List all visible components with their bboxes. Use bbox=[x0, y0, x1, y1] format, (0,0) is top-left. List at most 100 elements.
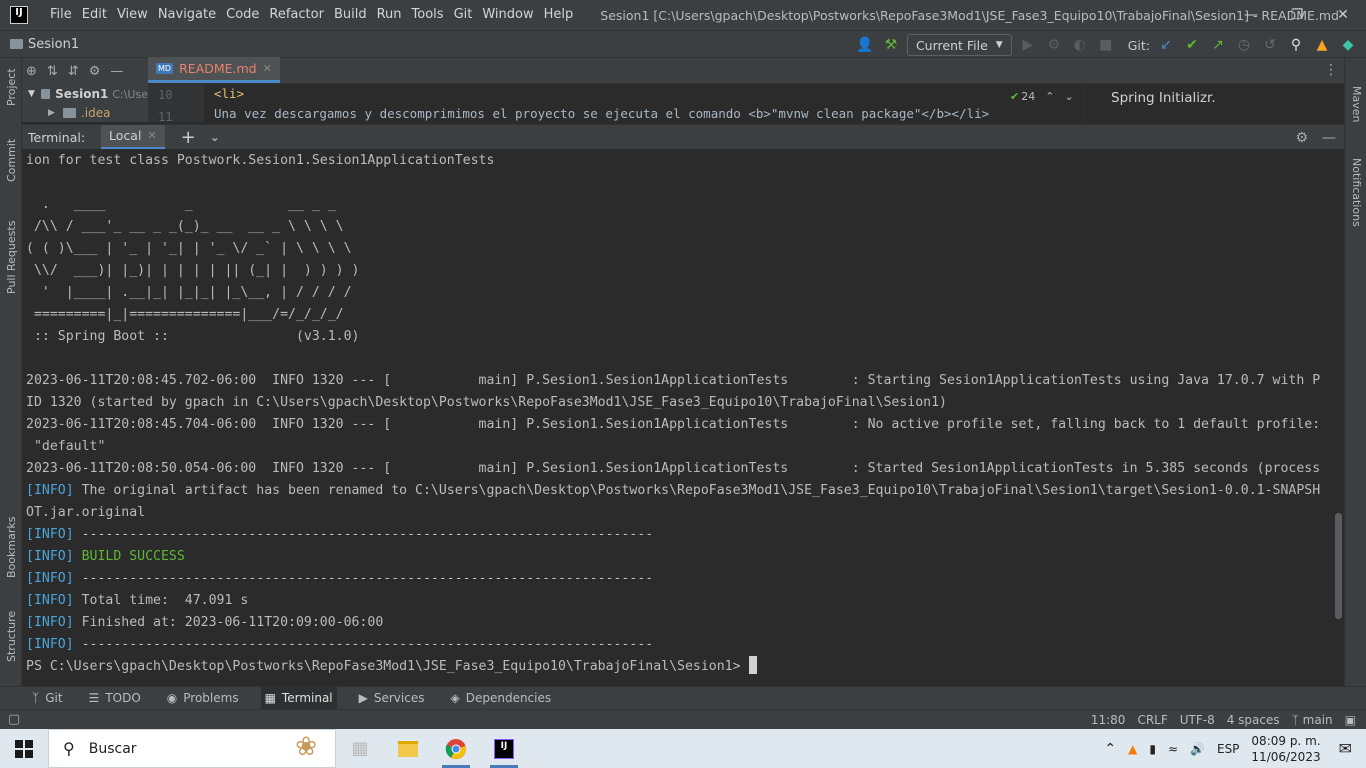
new-tab-icon[interactable]: + bbox=[181, 127, 196, 148]
info-tag: [INFO] bbox=[26, 571, 74, 586]
tool-tab-services[interactable]: ▶ Services bbox=[355, 687, 429, 710]
git-branch[interactable]: ᛉ main bbox=[1292, 713, 1333, 727]
menu-code[interactable]: Code bbox=[221, 0, 264, 30]
terminal-prompt[interactable]: PS C:\Users\gpach\Desktop\Postworks\Repo… bbox=[26, 656, 757, 678]
breadcrumb-project[interactable]: Sesion1 bbox=[28, 37, 79, 52]
tool-window-structure[interactable]: Structure bbox=[5, 611, 18, 662]
chrome-icon[interactable] bbox=[432, 729, 480, 768]
tree-item[interactable]: ▶ .idea bbox=[22, 104, 148, 122]
terminal-line: [INFO] The original artifact has been re… bbox=[26, 480, 1320, 502]
file-encoding[interactable]: UTF-8 bbox=[1180, 713, 1215, 727]
menu-edit[interactable]: Edit bbox=[77, 0, 112, 30]
collapse-all-icon[interactable]: ⇵ bbox=[68, 64, 79, 79]
breadcrumb[interactable]: Sesion1 bbox=[10, 37, 79, 52]
restore-icon[interactable]: ❐ bbox=[1274, 0, 1320, 30]
git-update-icon[interactable]: ↙ bbox=[1156, 35, 1176, 55]
menu-tools[interactable]: Tools bbox=[407, 0, 449, 30]
dependencies-icon: ◈ bbox=[450, 691, 460, 705]
caret-position[interactable]: 11:80 bbox=[1091, 713, 1126, 727]
tool-window-notifications[interactable]: Notifications bbox=[1350, 158, 1363, 227]
layout-icon[interactable]: ▢ bbox=[8, 712, 20, 727]
file-explorer-icon[interactable] bbox=[384, 729, 432, 768]
intellij-taskbar-icon[interactable]: IJ bbox=[480, 729, 528, 768]
menu-refactor[interactable]: Refactor bbox=[264, 0, 329, 30]
git-commit-icon[interactable]: ✔ bbox=[1182, 35, 1202, 55]
language-indicator[interactable]: ESP bbox=[1217, 742, 1239, 756]
tree-root[interactable]: ▼ Sesion1 C:\Use bbox=[22, 84, 148, 104]
chevron-up-icon[interactable]: ⌃ bbox=[1104, 741, 1116, 757]
editor-tabs: MD README.md ✕ ⋮ bbox=[148, 57, 1344, 84]
line-separator[interactable]: CRLF bbox=[1137, 713, 1167, 727]
menu-navigate[interactable]: Navigate bbox=[153, 0, 221, 30]
menu-help[interactable]: Help bbox=[539, 0, 579, 30]
inspection-widget[interactable]: ✔ 24 ⌃ ⌄ bbox=[1010, 90, 1074, 103]
taskbar-search[interactable]: ⚲ Buscar ❀ bbox=[48, 729, 336, 768]
update-icon[interactable]: ▲ bbox=[1312, 35, 1332, 55]
stop-icon[interactable]: ■ bbox=[1096, 35, 1116, 55]
tab-terminal-local[interactable]: Local ✕ bbox=[101, 124, 165, 150]
battery-icon[interactable]: ▮ bbox=[1149, 742, 1156, 756]
run-icon[interactable]: ▶ bbox=[1018, 35, 1038, 55]
rollback-icon[interactable]: ↺ bbox=[1260, 35, 1280, 55]
debug-icon[interactable]: ⚙ bbox=[1044, 35, 1064, 55]
notifications-icon[interactable]: ✉ bbox=[1339, 739, 1352, 758]
tool-tab-label: Dependencies bbox=[465, 691, 552, 705]
terminal-output[interactable]: ion for test class Postwork.Sesion1.Sesi… bbox=[22, 149, 1344, 686]
tab-readme[interactable]: MD README.md ✕ bbox=[148, 57, 280, 83]
task-view-icon[interactable]: ▦ bbox=[336, 729, 384, 768]
git-push-icon[interactable]: ↗ bbox=[1208, 35, 1228, 55]
tool-tab-terminal[interactable]: ▦ Terminal bbox=[260, 686, 337, 710]
menu-view[interactable]: View bbox=[112, 0, 153, 30]
menu-file[interactable]: File bbox=[45, 0, 77, 30]
hide-icon[interactable]: — bbox=[1322, 130, 1336, 146]
build-hammer-icon[interactable]: ⚒ bbox=[881, 35, 901, 55]
code-line[interactable]: Una vez descargamos y descomprimimos el … bbox=[214, 103, 989, 125]
user-icon[interactable]: 👤 bbox=[855, 35, 875, 55]
menu-run[interactable]: Run bbox=[372, 0, 407, 30]
clock[interactable]: 08:09 p. m. 11/06/2023 bbox=[1251, 733, 1320, 765]
terminal-line: 2023-06-11T20:08:50.054-06:00 INFO 1320 … bbox=[26, 461, 1321, 476]
chevron-down-icon[interactable]: ⌄ bbox=[1064, 90, 1073, 103]
wifi-icon[interactable]: ≈ bbox=[1168, 742, 1178, 756]
tool-tab-todo[interactable]: ☰ TODO bbox=[85, 687, 145, 710]
tool-window-commit[interactable]: Commit bbox=[5, 139, 18, 182]
close-icon[interactable]: ✕ bbox=[1320, 0, 1366, 30]
chevron-up-icon[interactable]: ⌃ bbox=[1045, 90, 1054, 103]
indent-setting[interactable]: 4 spaces bbox=[1227, 713, 1280, 727]
history-icon[interactable]: ◷ bbox=[1234, 35, 1254, 55]
tool-tab-dependencies[interactable]: ◈ Dependencies bbox=[446, 687, 555, 710]
hide-icon[interactable]: — bbox=[110, 64, 123, 79]
minimize-icon[interactable]: — bbox=[1228, 0, 1274, 30]
menu-build[interactable]: Build bbox=[329, 0, 372, 30]
tool-tab-problems[interactable]: ◉ Problems bbox=[163, 687, 243, 710]
chevron-down-icon[interactable]: ⌄ bbox=[210, 130, 220, 144]
chevron-right-icon: ▶ bbox=[48, 108, 55, 118]
close-icon[interactable]: ✕ bbox=[147, 129, 156, 142]
volume-icon[interactable]: 🔊 bbox=[1190, 742, 1205, 756]
gear-icon[interactable]: ⚙ bbox=[1295, 130, 1308, 146]
tool-window-bookmarks[interactable]: Bookmarks bbox=[5, 517, 18, 578]
tool-window-maven[interactable]: Maven bbox=[1350, 86, 1363, 122]
menu-git[interactable]: Git bbox=[449, 0, 478, 30]
tool-window-project[interactable]: Project bbox=[5, 68, 18, 106]
jetbrains-icon[interactable]: ◆ bbox=[1338, 35, 1358, 55]
run-config-dropdown[interactable]: Current File ▼ bbox=[906, 34, 1012, 56]
gear-icon[interactable]: ⚙ bbox=[89, 64, 101, 79]
more-icon[interactable]: ⋮ bbox=[1324, 62, 1338, 78]
search-icon[interactable]: ⚲ bbox=[1286, 35, 1306, 55]
target-icon[interactable]: ⊕ bbox=[26, 64, 37, 79]
code-line[interactable]: <li> bbox=[214, 83, 244, 105]
close-icon[interactable]: ✕ bbox=[263, 62, 272, 75]
tool-window-pull-requests[interactable]: Pull Requests bbox=[5, 221, 18, 294]
editor[interactable]: 10 11 <li> Una vez descargamos y descomp… bbox=[148, 83, 1084, 125]
tool-tab-git[interactable]: ᛉ Git bbox=[28, 687, 67, 710]
project-toolbar: ⊕ ⇅ ⇵ ⚙ — bbox=[22, 58, 148, 84]
expand-all-icon[interactable]: ⇅ bbox=[47, 64, 58, 79]
windows-start-icon[interactable] bbox=[0, 729, 48, 768]
menu-window[interactable]: Window bbox=[477, 0, 538, 30]
coverage-icon[interactable]: ◐ bbox=[1070, 35, 1090, 55]
intellij-logo-icon[interactable]: IJ bbox=[10, 6, 28, 24]
lock-icon[interactable]: ▣ bbox=[1345, 713, 1356, 727]
terminal-scrollbar[interactable] bbox=[1335, 513, 1342, 619]
update-icon[interactable]: ▲ bbox=[1128, 742, 1137, 756]
